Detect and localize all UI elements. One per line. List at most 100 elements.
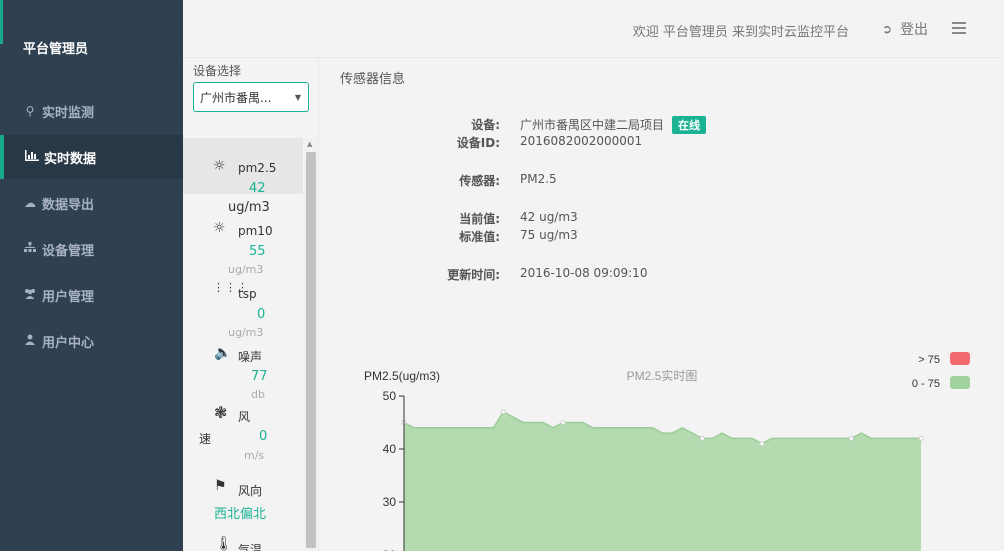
sun-icon: ☼ [213, 158, 226, 174]
sidebar-item-device-management[interactable]: 设备管理 [0, 227, 183, 271]
sensor-unit: m/s [244, 449, 265, 462]
legend-label: > 75 [918, 354, 940, 366]
device-panel: 设备选择 广州市番禺... ▼ ☼ pm2.5 42 ug/m3 ☼ pm10 … [183, 58, 319, 551]
sensor-name-wrap: 速 [199, 432, 212, 446]
current-value: 42 ug/m3 [520, 210, 578, 224]
current-value-label: 当前值: [459, 212, 500, 226]
logout-button[interactable]: ➲ 登出 [882, 19, 928, 39]
scrollbar-thumb[interactable] [306, 152, 316, 548]
sensor-item-temperature[interactable]: 🌡 气温 [183, 536, 303, 551]
sidebar-item-realtime-monitor[interactable]: ⚲ 实时监测 [0, 89, 183, 133]
chart-plot: 50403020 [383, 389, 924, 551]
brand-accent [0, 0, 3, 44]
user-icon [22, 334, 38, 348]
sensor-name: 风向 [238, 484, 263, 498]
sensor-unit: ug/m3 [228, 263, 264, 276]
update-time-value: 2016-10-08 09:09:10 [520, 266, 648, 280]
sensor-item-tsp[interactable]: ⋮⋮⋮ tsp 0 ug/m3 [183, 279, 303, 339]
device-id-value: 2016082002000001 [520, 134, 643, 148]
sensor-list: ☼ pm2.5 42 ug/m3 ☼ pm10 55 ug/m3 ⋮⋮⋮ tsp… [183, 138, 319, 551]
sensor-label: 传感器: [459, 174, 500, 188]
cloud-download-icon: ☁ [24, 196, 36, 210]
sidebar-item-data-export[interactable]: ☁ 数据导出 [0, 181, 183, 225]
device-value-row: 广州市番禺区中建二局项目 在线 [520, 116, 707, 134]
chart-ylabel: PM2.5(ug/m3) [364, 369, 440, 383]
sitemap-icon [22, 242, 38, 256]
legend-swatch[interactable] [950, 352, 970, 365]
chart-point [560, 420, 566, 425]
sidebar-item-label: 用户管理 [42, 289, 95, 305]
top-header: 欢迎 平台管理员 来到实时云监控平台 ➲ 登出 [183, 0, 1004, 58]
legend-label: 0 - 75 [912, 378, 940, 390]
sensor-item-noise[interactable]: 🔈 噪声 77 db [183, 341, 303, 401]
legend-swatch[interactable] [950, 376, 970, 389]
sensor-value-text: PM2.5 [520, 172, 557, 186]
caret-down-icon: ▼ [294, 93, 301, 102]
device-label: 设备: [471, 118, 500, 132]
pm25-realtime-chart: PM2.5实时图 PM2.5(ug/m3) > 750 - 75 5040302… [364, 352, 970, 551]
sensor-value: 42 [249, 181, 266, 196]
device-value: 广州市番禺区中建二局项目 [520, 118, 665, 132]
sidebar-item-realtime-data[interactable]: 实时数据 [0, 135, 183, 179]
chart-point [848, 435, 854, 441]
sensor-item-pm25[interactable]: ☼ pm2.5 42 [183, 138, 303, 196]
sensor-unit: db [251, 388, 265, 401]
map-marker-icon: ⚲ [25, 104, 35, 118]
sidebar-item-label: 用户中心 [42, 335, 95, 351]
sensor-value: 0 [257, 307, 266, 322]
sensor-list-scrollbar[interactable]: ▲ [304, 138, 318, 551]
windsock-icon: ⚑ [214, 478, 227, 494]
brand-title: 平台管理员 [23, 42, 89, 57]
sensor-value: 0 [259, 429, 268, 444]
sun-icon: ☼ [213, 220, 226, 236]
sensor-unit: ug/m3 [228, 200, 270, 215]
chart-point [500, 409, 506, 415]
thermometer-icon: 🌡 [215, 536, 233, 551]
bar-chart-icon [24, 150, 40, 164]
sensor-name: tsp [238, 287, 257, 301]
sidebar-item-user-management[interactable]: 用户管理 [0, 273, 183, 317]
chart-y-tick-label: 30 [383, 495, 397, 509]
sidebar-item-label: 数据导出 [42, 197, 95, 213]
sensor-name: 噪声 [238, 350, 263, 364]
menu-icon[interactable] [952, 22, 966, 34]
device-id-label: 设备ID: [456, 136, 500, 150]
sidebar-item-user-center[interactable]: 用户中心 [0, 319, 183, 363]
sidebar-item-label: 实时监测 [42, 105, 95, 121]
users-icon [22, 288, 38, 302]
fan-icon: ❃ [214, 403, 228, 422]
chart-point [759, 441, 765, 447]
scroll-up-icon[interactable]: ▲ [307, 140, 312, 148]
standard-value-label: 标准值: [459, 230, 500, 244]
device-select-label: 设备选择 [193, 64, 242, 78]
sensor-unit: ug/m3 [228, 326, 264, 339]
sensor-item-pm10[interactable]: ☼ pm10 55 ug/m3 [183, 216, 303, 276]
sign-out-icon: ➲ [881, 22, 892, 36]
chart-y-tick-label: 50 [383, 389, 397, 403]
status-badge: 在线 [672, 116, 707, 134]
sensor-value: 西北偏北 [214, 507, 267, 522]
sensor-info-title: 传感器信息 [340, 72, 406, 87]
device-select[interactable]: 广州市番禺... ▼ [193, 82, 309, 112]
chart-point [699, 435, 705, 441]
welcome-message: 欢迎 平台管理员 来到实时云监控平台 [632, 25, 849, 40]
device-select-value: 广州市番禺... [200, 91, 272, 105]
sensor-name: pm10 [238, 224, 273, 238]
standard-value: 75 ug/m3 [520, 228, 578, 242]
chart-legend: > 75 0 - 75 [912, 352, 970, 390]
sensor-name: 风 [238, 410, 251, 424]
sensor-item-wind-direction[interactable]: ⚑ 风向 西北偏北 [183, 476, 303, 526]
sensor-name: pm2.5 [238, 161, 277, 175]
chart-point [918, 435, 924, 441]
chart-y-tick-label: 40 [383, 442, 397, 456]
sensor-name: 气温 [238, 543, 263, 551]
sensor-value: 55 [249, 244, 266, 259]
sidebar-item-label: 设备管理 [42, 243, 95, 259]
sensor-item-wind-speed[interactable]: ❃ 风 速 0 m/s [183, 401, 303, 463]
sidebar-nav: 平台管理员 ⚲ 实时监测 实时数据 ☁ 数据导出 设备管理 用户管理 用户中心 [0, 0, 183, 551]
sensor-value: 77 [251, 369, 268, 384]
volume-icon: 🔈 [214, 345, 232, 361]
sidebar-item-label: 实时数据 [44, 151, 97, 167]
logout-label: 登出 [900, 22, 928, 38]
update-time-label: 更新时间: [447, 268, 500, 282]
